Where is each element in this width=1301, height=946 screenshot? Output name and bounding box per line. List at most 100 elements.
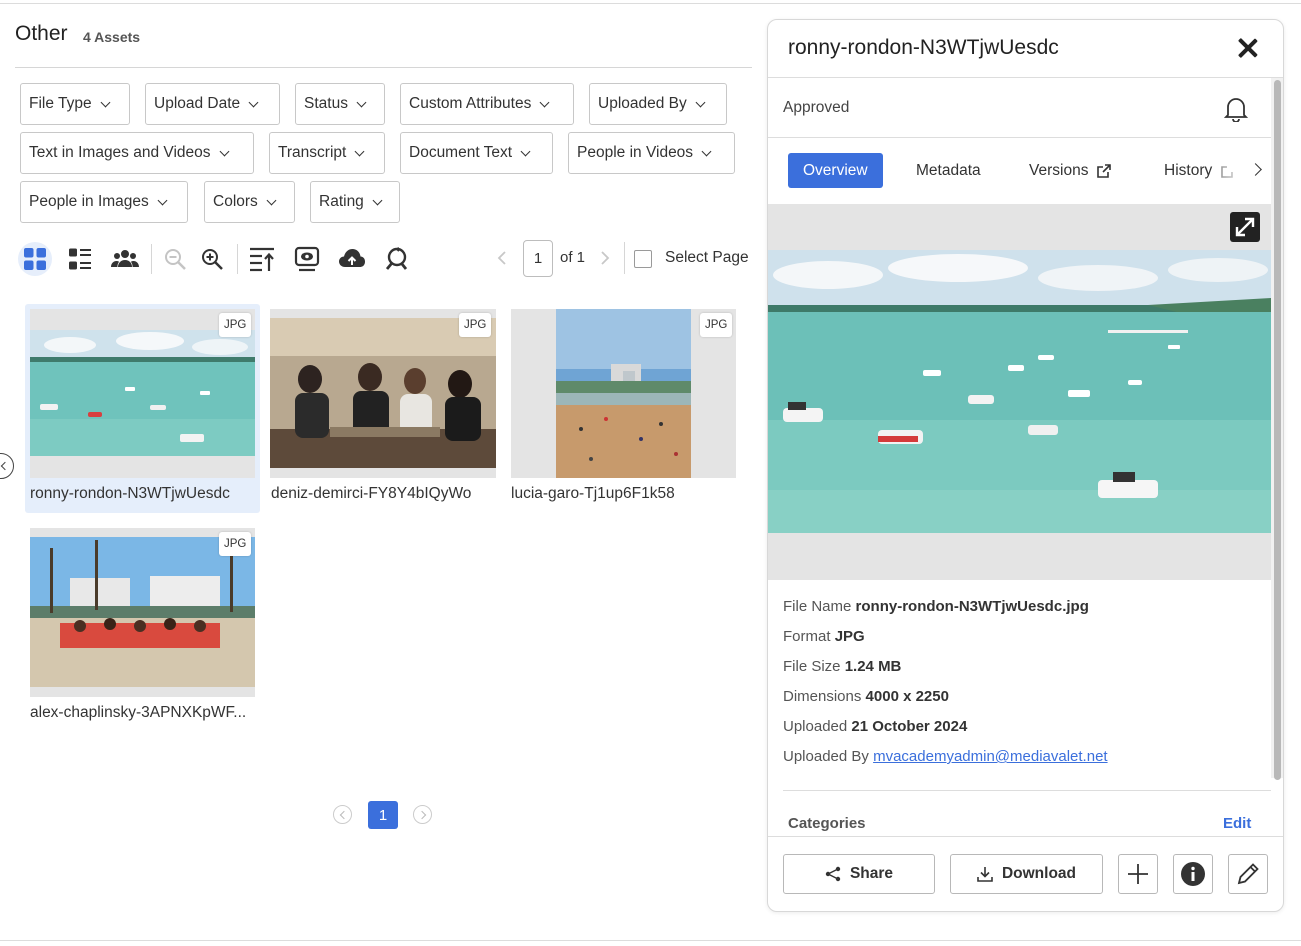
tab-fade bbox=[1220, 153, 1250, 188]
bell-icon[interactable] bbox=[1224, 96, 1248, 122]
chevron-down-icon bbox=[354, 146, 365, 156]
people-button[interactable] bbox=[108, 242, 142, 276]
meta-file-name: File Name ronny-rondon-N3WTjwUesdc.jpg bbox=[783, 598, 1089, 615]
asset-name[interactable]: ronny-rondon-N3WTjwUesdc bbox=[30, 485, 230, 503]
upload-button[interactable] bbox=[335, 242, 369, 276]
detail-title: ronny-rondon-N3WTjwUesdc bbox=[788, 36, 1059, 59]
preview-button[interactable] bbox=[290, 242, 324, 276]
asset-card[interactable]: JPG deniz-demirci-FY8Y4bIQyWo bbox=[265, 304, 500, 513]
select-page-label: Select Page bbox=[665, 249, 749, 266]
expand-button[interactable] bbox=[1230, 212, 1260, 242]
categories-label: Categories bbox=[788, 815, 866, 832]
format-badge: JPG bbox=[219, 532, 252, 556]
categories-edit-link[interactable]: Edit bbox=[1223, 815, 1251, 832]
chevron-down-icon bbox=[356, 97, 367, 107]
chevron-down-icon bbox=[539, 97, 550, 107]
asset-detail-panel: ronny-rondon-N3WTjwUesdc Approved Overvi… bbox=[767, 19, 1284, 912]
tab-scroll-right-icon[interactable] bbox=[1249, 163, 1262, 176]
edit-button[interactable] bbox=[1228, 854, 1268, 894]
page-title: Other bbox=[15, 22, 68, 45]
expand-icon bbox=[1235, 217, 1255, 237]
status-label: Approved bbox=[783, 99, 850, 116]
sort-button[interactable] bbox=[245, 242, 279, 276]
tab-versions[interactable]: Versions bbox=[1029, 153, 1112, 188]
chevron-down-icon bbox=[520, 146, 531, 156]
top-divider bbox=[0, 3, 1301, 4]
chevron-down-icon bbox=[219, 146, 229, 156]
rotate-search-button[interactable] bbox=[380, 242, 414, 276]
share-button[interactable]: Share bbox=[783, 854, 935, 894]
asset-count: 4 Assets bbox=[83, 29, 141, 45]
toolbar-divider bbox=[237, 244, 238, 274]
zoom-out-icon bbox=[165, 249, 186, 270]
filter-transcript[interactable]: Transcript bbox=[269, 132, 385, 174]
filter-custom-attributes[interactable]: Custom Attributes bbox=[400, 83, 574, 125]
add-button[interactable] bbox=[1118, 854, 1158, 894]
detail-divider bbox=[768, 836, 1283, 837]
detail-divider bbox=[768, 77, 1283, 78]
chevron-down-icon bbox=[372, 195, 383, 205]
info-button[interactable] bbox=[1173, 854, 1213, 894]
list-view-button[interactable] bbox=[63, 242, 97, 276]
preview-icon bbox=[294, 246, 320, 272]
chevron-down-icon bbox=[701, 146, 712, 156]
asset-name[interactable]: alex-chaplinsky-3APNXKpWF... bbox=[30, 704, 246, 722]
filter-people-in-images[interactable]: People in Images bbox=[20, 181, 188, 223]
detail-divider bbox=[768, 137, 1283, 138]
pager-divider bbox=[624, 242, 625, 274]
select-page-checkbox[interactable] bbox=[634, 250, 652, 268]
external-link-icon bbox=[1097, 163, 1112, 178]
filter-file-type[interactable]: File Type bbox=[20, 83, 130, 125]
pager-next-icon[interactable] bbox=[598, 250, 612, 266]
zoom-in-button[interactable] bbox=[195, 242, 229, 276]
asset-card[interactable]: JPG alex-chaplinsky-3APNXKpWF... bbox=[25, 523, 260, 732]
info-icon bbox=[1181, 862, 1205, 886]
filter-upload-date[interactable]: Upload Date bbox=[145, 83, 280, 125]
zoom-in-icon bbox=[202, 249, 223, 270]
format-badge: JPG bbox=[219, 313, 252, 337]
filter-document-text[interactable]: Document Text bbox=[400, 132, 553, 174]
page-number-input[interactable]: 1 bbox=[523, 240, 553, 277]
filter-uploaded-by[interactable]: Uploaded By bbox=[589, 83, 727, 125]
filter-status[interactable]: Status bbox=[295, 83, 385, 125]
pager-prev-icon[interactable] bbox=[495, 250, 509, 266]
bottom-page-current[interactable]: 1 bbox=[368, 801, 398, 829]
format-badge: JPG bbox=[459, 313, 492, 337]
meta-dimensions: Dimensions 4000 x 2250 bbox=[783, 688, 949, 705]
filter-people-in-videos[interactable]: People in Videos bbox=[568, 132, 735, 174]
tab-metadata[interactable]: Metadata bbox=[916, 153, 981, 188]
filter-rating[interactable]: Rating bbox=[310, 181, 400, 223]
meta-uploaded: Uploaded 21 October 2024 bbox=[783, 718, 968, 735]
uploader-email-link[interactable]: mvacademyadmin@mediavalet.net bbox=[873, 748, 1108, 765]
asset-card[interactable]: JPG lucia-garo-Tj1up6F1k58 bbox=[506, 304, 741, 513]
upload-icon bbox=[339, 249, 365, 267]
asset-name[interactable]: lucia-garo-Tj1up6F1k58 bbox=[511, 485, 675, 503]
detail-scrollbar[interactable] bbox=[1274, 80, 1281, 780]
pencil-icon bbox=[1237, 863, 1259, 885]
sort-icon bbox=[250, 247, 274, 272]
rotate-search-icon bbox=[385, 247, 408, 270]
asset-name[interactable]: deniz-demirci-FY8Y4bIQyWo bbox=[271, 485, 471, 503]
asset-card[interactable]: JPG ronny-rondon-N3WTjwUesdc bbox=[25, 304, 260, 513]
collapse-left-icon[interactable] bbox=[0, 453, 14, 479]
download-icon bbox=[977, 867, 993, 882]
close-icon[interactable] bbox=[1236, 36, 1260, 60]
zoom-out-button[interactable] bbox=[158, 242, 192, 276]
preview-image bbox=[768, 250, 1271, 533]
bottom-next-icon[interactable] bbox=[413, 805, 432, 824]
bottom-prev-icon[interactable] bbox=[333, 805, 352, 824]
grid-view-button[interactable] bbox=[18, 242, 52, 276]
title-divider bbox=[15, 67, 752, 68]
chevron-down-icon bbox=[157, 195, 168, 205]
download-button[interactable]: Download bbox=[950, 854, 1103, 894]
filter-text-in-images-videos[interactable]: Text in Images and Videos bbox=[20, 132, 254, 174]
chevron-down-icon bbox=[266, 195, 277, 205]
tab-overview[interactable]: Overview bbox=[788, 153, 883, 188]
filter-colors[interactable]: Colors bbox=[204, 181, 295, 223]
page-total: of 1 bbox=[560, 249, 586, 266]
meta-format: Format JPG bbox=[783, 628, 865, 645]
share-icon bbox=[825, 866, 841, 882]
toolbar-divider bbox=[151, 244, 152, 274]
chevron-down-icon bbox=[248, 97, 259, 107]
meta-uploaded-by: Uploaded By mvacademyadmin@mediavalet.ne… bbox=[783, 748, 1108, 765]
